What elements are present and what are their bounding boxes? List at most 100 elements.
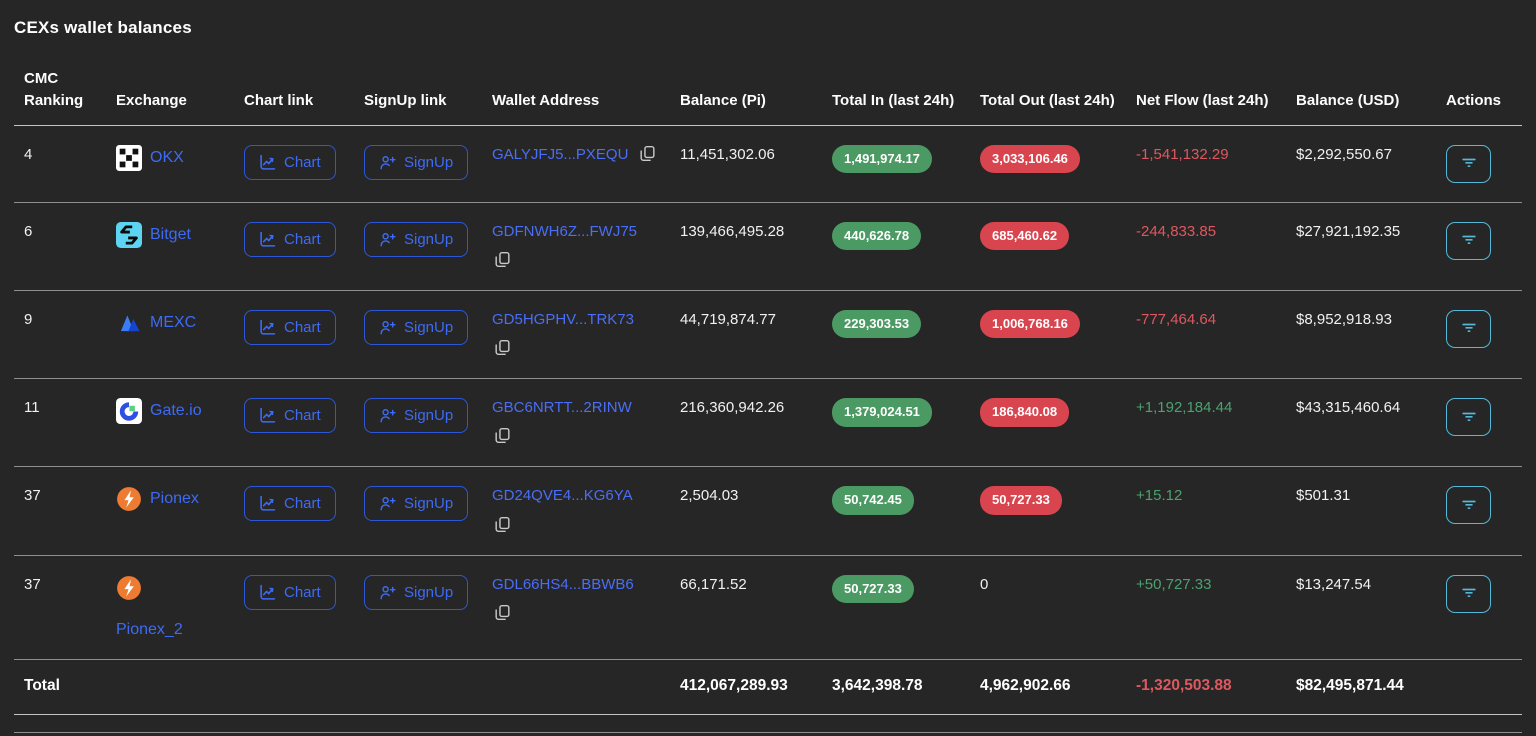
copy-address-button[interactable] xyxy=(494,339,511,359)
chart-button-label: Chart xyxy=(284,496,321,511)
exchange-link[interactable]: Pionex xyxy=(116,486,224,512)
actions-filter-button[interactable] xyxy=(1446,486,1491,524)
cmc-ranking-value: 4 xyxy=(24,146,32,163)
chart-link-button[interactable]: Chart xyxy=(244,145,336,180)
chart-link-button[interactable]: Chart xyxy=(244,398,336,433)
balance-usd-cell: $13,247.54 xyxy=(1286,555,1436,660)
signup-link-cell: SignUp xyxy=(354,467,482,555)
total-balance-pi: 412,067,289.93 xyxy=(670,660,822,715)
exchange-link[interactable]: Gate.io xyxy=(116,398,224,424)
copy-icon xyxy=(639,150,656,165)
chart-link-button[interactable]: Chart xyxy=(244,310,336,345)
actions-filter-button[interactable] xyxy=(1446,398,1491,436)
balance-pi-value: 44,719,874.77 xyxy=(680,311,776,328)
actions-filter-button[interactable] xyxy=(1446,145,1491,183)
chart-link-cell: Chart xyxy=(234,290,354,378)
pionex-logo-icon xyxy=(116,486,142,512)
wallet-address: GALYJFJ5...PXEQU xyxy=(492,145,660,165)
balance-pi-value: 139,466,495.28 xyxy=(680,223,784,240)
cmc-ranking-cell: 11 xyxy=(14,379,106,467)
wallet-address-link[interactable]: GD5HGPHV...TRK73 xyxy=(492,311,634,328)
wallet-address-link[interactable]: GDFNWH6Z...FWJ75 xyxy=(492,223,637,240)
table-row: 37 Pionex Chart SignUp GD24QVE4...KG6YA … xyxy=(14,467,1522,555)
actions-filter-button[interactable] xyxy=(1446,222,1491,260)
copy-address-button[interactable] xyxy=(494,604,511,624)
total-in-badge: 50,742.45 xyxy=(832,486,914,515)
signup-link-cell: SignUp xyxy=(354,290,482,378)
chart-button-label: Chart xyxy=(284,585,321,600)
wallet-address-cell: GD24QVE4...KG6YA xyxy=(482,467,670,555)
chart-link-button[interactable]: Chart xyxy=(244,486,336,521)
balance-pi-value: 216,360,942.26 xyxy=(680,399,784,416)
net-flow-cell: +50,727.33 xyxy=(1126,555,1286,660)
filter-icon xyxy=(1459,494,1479,517)
chart-link-button[interactable]: Chart xyxy=(244,575,336,610)
total-balance-usd: $82,495,871.44 xyxy=(1286,660,1436,715)
exchange-link[interactable]: Pionex_2 xyxy=(116,575,224,641)
exchange-name: MEXC xyxy=(150,312,196,334)
signup-link-button[interactable]: SignUp xyxy=(364,222,468,257)
net-flow-cell: +1,192,184.44 xyxy=(1126,379,1286,467)
signup-link-button[interactable]: SignUp xyxy=(364,575,468,610)
wallet-address-link[interactable]: GDL66HS4...BBWB6 xyxy=(492,576,634,593)
balance-usd-cell: $27,921,192.35 xyxy=(1286,202,1436,290)
copy-address-button[interactable] xyxy=(494,251,511,271)
net-flow-value: -1,541,132.29 xyxy=(1136,146,1229,163)
exchange-link[interactable]: MEXC xyxy=(116,310,224,336)
copy-address-button[interactable] xyxy=(494,516,511,536)
signup-link-button[interactable]: SignUp xyxy=(364,145,468,180)
chart-link-button[interactable]: Chart xyxy=(244,222,336,257)
balance-pi-cell: 66,171.52 xyxy=(670,555,822,660)
actions-cell xyxy=(1436,202,1522,290)
total-out-cell: 186,840.08 xyxy=(970,379,1126,467)
actions-filter-button[interactable] xyxy=(1446,310,1491,348)
exchange-link[interactable]: Bitget xyxy=(116,222,224,248)
chart-button-label: Chart xyxy=(284,320,321,335)
chart-link-cell: Chart xyxy=(234,379,354,467)
balance-pi-cell: 2,504.03 xyxy=(670,467,822,555)
signup-button-label: SignUp xyxy=(404,320,453,335)
wallet-address-cell: GALYJFJ5...PXEQU xyxy=(482,125,670,202)
actions-filter-button[interactable] xyxy=(1446,575,1491,613)
exchange-name: Pionex xyxy=(150,488,199,510)
table-header-row: CMC Ranking Exchange Chart link SignUp l… xyxy=(14,62,1522,125)
cmc-ranking-cell: 9 xyxy=(14,290,106,378)
person-plus-icon xyxy=(379,231,396,248)
signup-link-button[interactable]: SignUp xyxy=(364,398,468,433)
balances-table: CMC Ranking Exchange Chart link SignUp l… xyxy=(14,62,1522,715)
table-body: 4 OKX Chart SignUp GALYJFJ5...PXEQU 11,4… xyxy=(14,125,1522,660)
total-out-cell: 685,460.62 xyxy=(970,202,1126,290)
balance-pi-value: 66,171.52 xyxy=(680,576,747,593)
chart-link-cell: Chart xyxy=(234,125,354,202)
section-divider xyxy=(14,732,1522,736)
col-header-total-out: Total Out (last 24h) xyxy=(970,62,1126,125)
cmc-ranking-cell: 37 xyxy=(14,555,106,660)
col-header-chart-link: Chart link xyxy=(234,62,354,125)
filter-icon xyxy=(1459,582,1479,605)
col-header-balance-usd: Balance (USD) xyxy=(1286,62,1436,125)
col-header-actions: Actions xyxy=(1436,62,1522,125)
total-label: Total xyxy=(14,660,106,715)
wallet-address-link[interactable]: GBC6NRTT...2RINW xyxy=(492,399,632,416)
copy-address-button[interactable] xyxy=(494,427,511,447)
chart-button-label: Chart xyxy=(284,232,321,247)
wallet-address-link[interactable]: GD24QVE4...KG6YA xyxy=(492,487,633,504)
net-flow-value: +1,192,184.44 xyxy=(1136,399,1232,416)
exchange-link[interactable]: OKX xyxy=(116,145,224,171)
line-chart-icon xyxy=(259,319,276,336)
signup-link-button[interactable]: SignUp xyxy=(364,486,468,521)
total-out-cell: 3,033,106.46 xyxy=(970,125,1126,202)
col-header-balance-pi: Balance (Pi) xyxy=(670,62,822,125)
balance-usd-value: $2,292,550.67 xyxy=(1296,146,1392,163)
total-out-badge: 1,006,768.16 xyxy=(980,310,1080,339)
balance-usd-cell: $2,292,550.67 xyxy=(1286,125,1436,202)
exchange-cell: OKX xyxy=(106,125,234,202)
wallet-address: GDFNWH6Z...FWJ75 xyxy=(492,222,660,271)
copy-address-button[interactable] xyxy=(639,145,656,165)
wallet-address-cell: GBC6NRTT...2RINW xyxy=(482,379,670,467)
wallet-address-link[interactable]: GALYJFJ5...PXEQU xyxy=(492,146,628,163)
balance-usd-value: $43,315,460.64 xyxy=(1296,399,1400,416)
signup-link-button[interactable]: SignUp xyxy=(364,310,468,345)
exchange-name: Pionex_2 xyxy=(116,619,224,641)
chart-button-label: Chart xyxy=(284,408,321,423)
